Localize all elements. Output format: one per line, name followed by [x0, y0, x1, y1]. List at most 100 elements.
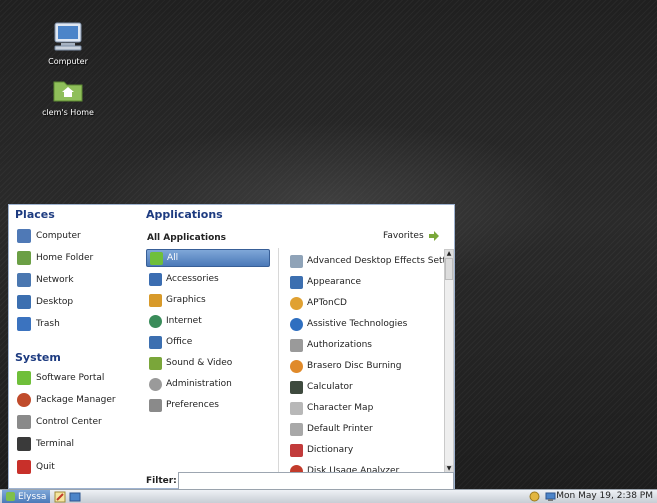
start-menu: Places Computer Home Folder Network Desk…: [8, 204, 457, 490]
sound-video-icon: [149, 356, 162, 370]
system-item-label: Package Manager: [36, 395, 116, 405]
system-item-software-portal[interactable]: Software Portal: [17, 369, 104, 387]
appearance-icon: [290, 275, 303, 289]
control-center-icon: [17, 415, 31, 429]
places-item-label: Home Folder: [36, 253, 94, 263]
character-map-icon: [290, 401, 303, 415]
taskbar: Elyssa Mon May 19, 2:38 PM: [0, 489, 657, 503]
category-label: Office: [166, 337, 193, 347]
desktop-icon-label: clem's Home: [42, 108, 94, 117]
scroll-up-arrow-icon[interactable]: ▲: [445, 250, 453, 258]
text-editor-launcher-icon[interactable]: [54, 491, 66, 503]
home-folder-icon: [17, 251, 31, 265]
category-sound-video[interactable]: Sound & Video: [146, 354, 270, 372]
office-icon: [149, 335, 162, 349]
quit-icon: [17, 460, 31, 474]
desktop-icon-label: Computer: [48, 57, 88, 66]
applications-pane: All Accessories Graphics Internet Office…: [142, 227, 457, 490]
app-item[interactable]: Dictionary: [290, 441, 460, 459]
calculator-icon: [290, 380, 303, 394]
category-preferences[interactable]: Preferences: [146, 396, 270, 414]
category-all[interactable]: All: [146, 249, 270, 267]
system-item-label: Software Portal: [36, 373, 105, 383]
app-item[interactable]: APTonCD: [290, 294, 460, 312]
home-folder-icon: [53, 81, 83, 102]
category-label: Sound & Video: [166, 358, 233, 368]
app-item[interactable]: Brasero Disc Burning: [290, 357, 460, 375]
app-item[interactable]: Appearance: [290, 273, 460, 291]
category-label: Accessories: [166, 274, 219, 284]
show-desktop-icon[interactable]: [69, 491, 81, 503]
filter-input[interactable]: [178, 472, 454, 490]
app-item[interactable]: Assistive Technologies: [290, 315, 460, 333]
app-item[interactable]: Authorizations: [290, 336, 460, 354]
system-item-package-manager[interactable]: Package Manager: [17, 391, 116, 409]
software-portal-icon: [17, 371, 31, 385]
system-item-label: Terminal: [36, 439, 75, 449]
category-label: All: [167, 253, 179, 263]
package-manager-icon: [17, 393, 31, 407]
terminal-icon: [17, 437, 31, 451]
category-label: Administration: [166, 379, 232, 389]
places-item-network[interactable]: Network: [17, 271, 74, 289]
category-internet[interactable]: Internet: [146, 312, 270, 330]
app-item[interactable]: Default Printer: [290, 420, 460, 438]
app-item[interactable]: Calculator: [290, 378, 460, 396]
graphics-icon: [149, 293, 162, 307]
update-manager-icon[interactable]: [529, 491, 540, 502]
trash-icon: [17, 317, 31, 331]
app-item[interactable]: Advanced Desktop Effects Setti...: [290, 252, 460, 270]
brasero-icon: [290, 359, 303, 373]
clock[interactable]: Mon May 19, 2:38 PM: [556, 491, 653, 501]
dictionary-icon: [290, 443, 303, 457]
accessories-icon: [149, 272, 162, 286]
network-status-icon[interactable]: [545, 491, 556, 502]
app-label: Calculator: [307, 382, 353, 392]
applications-title: Applications: [146, 208, 223, 221]
system-item-terminal[interactable]: Terminal: [17, 435, 74, 453]
aptoncd-icon: [290, 296, 303, 310]
app-label: Dictionary: [307, 445, 354, 455]
desktop-computer[interactable]: Computer: [23, 22, 113, 66]
system-item-quit[interactable]: Quit: [17, 458, 55, 476]
places-item-label: Trash: [36, 319, 60, 329]
scroll-thumb[interactable]: [445, 258, 453, 280]
system-item-label: Quit: [36, 462, 55, 472]
places-item-label: Network: [36, 275, 74, 285]
app-label: Advanced Desktop Effects Setti...: [307, 256, 458, 266]
app-label: Appearance: [307, 277, 362, 287]
category-administration[interactable]: Administration: [146, 375, 270, 393]
system-item-label: Control Center: [36, 417, 102, 427]
places-item-label: Computer: [36, 231, 81, 241]
app-label: Brasero Disc Burning: [307, 361, 402, 371]
system-title: System: [15, 351, 61, 364]
category-graphics[interactable]: Graphics: [146, 291, 270, 309]
system-item-control-center[interactable]: Control Center: [17, 413, 102, 431]
places-item-computer[interactable]: Computer: [17, 227, 81, 245]
apps-scrollbar[interactable]: ▲ ▼: [444, 249, 454, 474]
computer-icon: [54, 22, 82, 51]
places-title: Places: [15, 208, 55, 221]
category-accessories[interactable]: Accessories: [146, 270, 270, 288]
places-item-desktop[interactable]: Desktop: [17, 293, 73, 311]
places-item-trash[interactable]: Trash: [17, 315, 60, 333]
accessibility-icon: [290, 317, 303, 331]
mint-logo-icon: [6, 492, 15, 501]
filter-label: Filter:: [146, 476, 177, 486]
desktop-home-folder[interactable]: clem's Home: [23, 77, 113, 117]
places-item-label: Desktop: [36, 297, 74, 307]
app-label: Default Printer: [307, 424, 373, 434]
main-menu-button[interactable]: Elyssa: [2, 490, 51, 503]
desktop-effects-icon: [290, 254, 303, 268]
category-label: Preferences: [166, 400, 219, 410]
main-menu-label: Elyssa: [18, 491, 47, 502]
category-divider: [278, 248, 279, 478]
places-item-home-folder[interactable]: Home Folder: [17, 249, 93, 267]
app-label: APTonCD: [307, 298, 347, 308]
app-label: Character Map: [307, 403, 374, 413]
administration-icon: [149, 377, 162, 391]
category-office[interactable]: Office: [146, 333, 270, 351]
authorizations-icon: [290, 338, 303, 352]
app-item[interactable]: Character Map: [290, 399, 460, 417]
internet-icon: [149, 314, 162, 328]
